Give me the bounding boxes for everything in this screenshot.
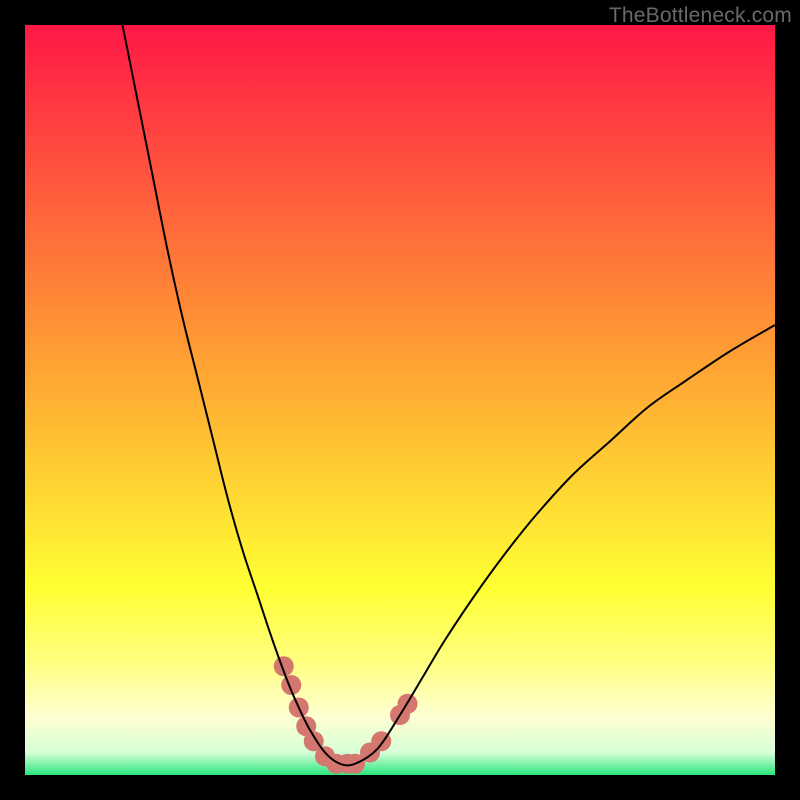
chart-area bbox=[25, 25, 775, 775]
chart-svg bbox=[25, 25, 775, 775]
chart-background bbox=[25, 25, 775, 775]
watermark-text: TheBottleneck.com bbox=[609, 4, 792, 28]
